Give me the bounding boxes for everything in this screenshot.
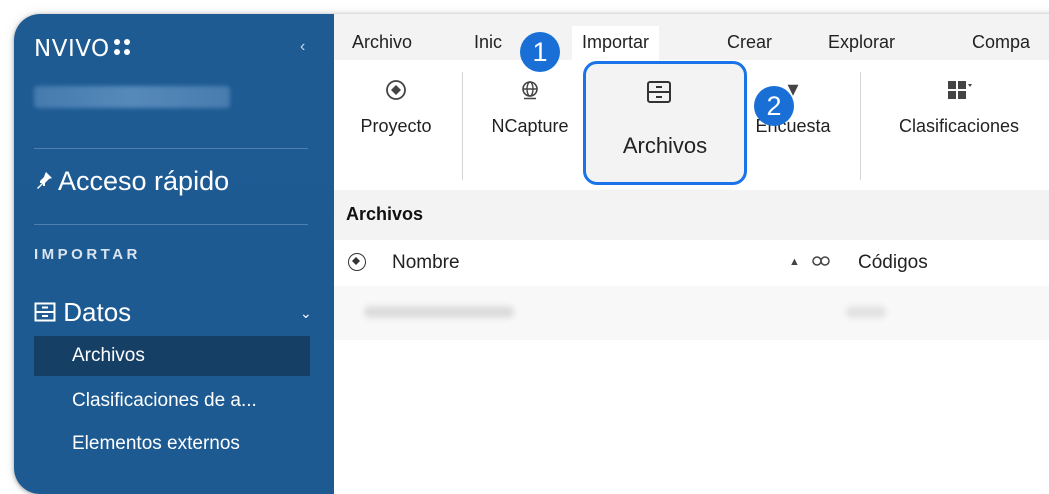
- tab-compartir[interactable]: Compa: [972, 32, 1030, 53]
- file-cabinet-icon: [646, 80, 672, 104]
- tab-explorar[interactable]: Explorar: [828, 32, 895, 53]
- import-files-label: Archivos: [622, 133, 708, 158]
- column-codes-header[interactable]: Códigos: [858, 252, 928, 274]
- logo-dots-icon: [112, 37, 132, 57]
- ncapture-button[interactable]: NCapture: [476, 72, 584, 137]
- globe-icon: [476, 72, 584, 106]
- tab-importar[interactable]: Importar: [572, 26, 660, 60]
- project-name-blurred: [34, 86, 230, 108]
- quick-access-label: Acceso rápido: [58, 166, 230, 196]
- data-group-toggle[interactable]: Datos ⌄: [34, 297, 312, 328]
- column-name-header[interactable]: Nombre: [392, 252, 460, 274]
- ribbon-separator: [860, 72, 861, 180]
- pin-icon: [34, 166, 58, 197]
- sort-ascending-icon[interactable]: ▲: [789, 256, 800, 268]
- menu-bar: Archivo Inic Importar Crear Explorar Com…: [334, 14, 1049, 60]
- tab-archivo[interactable]: Archivo: [352, 32, 412, 53]
- app-logo: NVIVO: [34, 36, 132, 62]
- link-icon: [812, 253, 830, 270]
- ncapture-button-label: NCapture: [491, 116, 569, 136]
- divider: [34, 148, 308, 149]
- sidebar: NVIVO ‹ Acceso rápido IMPORTAR Datos ⌄ A…: [14, 14, 334, 494]
- classifications-button-label: Clasificaciones: [898, 116, 1020, 136]
- tab-inicio[interactable]: Inic: [474, 32, 502, 53]
- column-header-row: Nombre ▲ Códigos: [334, 240, 1049, 286]
- data-group-label: Datos: [63, 297, 132, 327]
- add-item-icon[interactable]: [348, 253, 366, 271]
- add-circle-icon: [340, 72, 452, 106]
- sidebar-item-classifications[interactable]: Clasificaciones de a...: [34, 381, 310, 421]
- quick-access-link[interactable]: Acceso rápido: [34, 166, 229, 197]
- app-window: NVIVO ‹ Acceso rápido IMPORTAR Datos ⌄ A…: [14, 14, 1049, 494]
- collapse-sidebar-icon[interactable]: ‹: [300, 38, 305, 56]
- survey-button-label: Encuesta: [755, 116, 831, 136]
- tab-crear[interactable]: Crear: [727, 32, 772, 53]
- list-title: Archivos: [346, 204, 424, 224]
- project-button-label: Proyecto: [360, 116, 432, 136]
- step-2-badge: 2: [754, 86, 794, 126]
- ribbon-separator: [462, 72, 463, 180]
- import-files-button[interactable]: Archivos: [583, 61, 747, 185]
- project-button[interactable]: Proyecto: [340, 72, 452, 137]
- list-empty-area: [334, 340, 1049, 494]
- grid-icon: [874, 72, 1044, 106]
- blurred-codes-count: [846, 306, 886, 318]
- divider: [34, 224, 308, 225]
- sidebar-item-files[interactable]: Archivos: [34, 336, 310, 376]
- classifications-button[interactable]: Clasificaciones: [874, 72, 1044, 137]
- list-title-bar: Archivos: [334, 190, 1049, 240]
- chevron-down-icon: ⌄: [300, 305, 312, 321]
- sidebar-item-externals[interactable]: Elementos externos: [34, 424, 310, 464]
- data-icon: [34, 297, 63, 327]
- table-row[interactable]: [334, 286, 1049, 340]
- step-1-badge: 1: [520, 32, 560, 72]
- section-heading: IMPORTAR: [34, 246, 141, 263]
- blurred-file-name: [364, 306, 514, 318]
